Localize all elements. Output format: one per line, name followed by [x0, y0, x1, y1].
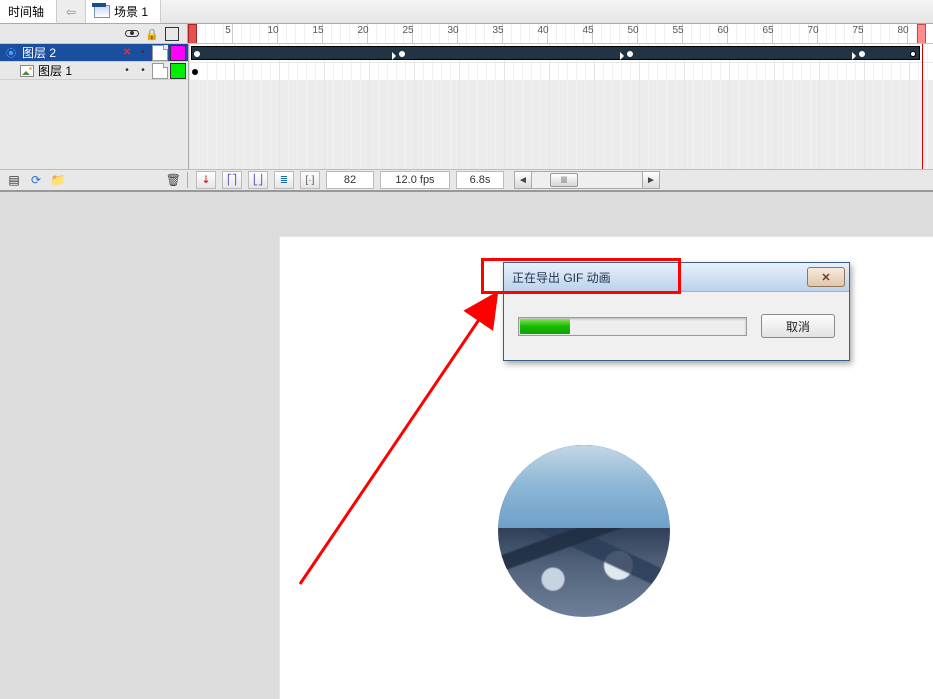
- frame-tools: ⇣ ⎡⎤ ⎣⎦ ≣ [·] 82 12.0 fps 6.8s ◄ lll ►: [188, 171, 933, 189]
- masked-image-circle[interactable]: [498, 445, 670, 617]
- tab-scene[interactable]: 场景 1: [86, 0, 161, 23]
- tab-bar: 时间轴 ⇦ 场景 1: [0, 0, 933, 24]
- tween-span[interactable]: [191, 46, 920, 60]
- tab-timeline-label: 时间轴: [8, 3, 44, 20]
- frame-area[interactable]: [189, 44, 933, 169]
- progress-bar: [518, 317, 747, 336]
- arrow-left-icon: ⇦: [66, 5, 76, 19]
- scene-label: 场景 1: [114, 3, 148, 20]
- close-button[interactable]: ✕: [807, 267, 845, 287]
- keyframe-icon[interactable]: [194, 51, 200, 57]
- playhead-line[interactable]: [922, 44, 923, 169]
- cancel-button-label: 取消: [786, 318, 810, 335]
- layer-row-image[interactable]: 图层 1 • •: [0, 62, 188, 80]
- layer-controls: ✕ •: [120, 45, 188, 61]
- frame-scrollbar[interactable]: ◄ lll ►: [514, 171, 660, 189]
- keyframe-icon[interactable]: [399, 51, 405, 57]
- cancel-button[interactable]: 取消: [761, 314, 835, 338]
- color-swatch[interactable]: [170, 45, 186, 61]
- keyframe-icon[interactable]: [627, 51, 633, 57]
- blank-keyframe-icon[interactable]: [910, 51, 916, 57]
- current-frame-value[interactable]: 82: [326, 171, 374, 189]
- scroll-track[interactable]: lll: [532, 171, 642, 189]
- layer-name: 图层 1: [38, 62, 116, 79]
- lock-dot-icon[interactable]: •: [136, 64, 150, 78]
- layer-list: 图层 2 ✕ • 图层 1 • •: [0, 44, 189, 169]
- layer-name: 图层 2: [22, 44, 116, 61]
- dialog-body: 取消: [504, 292, 849, 360]
- layer-header: [0, 24, 188, 43]
- fps-value[interactable]: 12.0 fps: [380, 171, 450, 189]
- hide-x-icon[interactable]: ✕: [120, 46, 134, 60]
- page-icon[interactable]: [152, 63, 168, 79]
- dialog-titlebar[interactable]: 正在导出 GIF 动画 ✕: [504, 263, 849, 292]
- add-guide-icon[interactable]: [28, 172, 44, 188]
- trash-icon[interactable]: [166, 173, 181, 187]
- add-layer-icon[interactable]: [6, 172, 22, 188]
- lock-dot-icon[interactable]: •: [136, 46, 150, 60]
- elapsed-time-value: 6.8s: [456, 171, 504, 189]
- lock-icon[interactable]: [145, 27, 159, 41]
- progress-fill: [520, 319, 570, 334]
- onion-skin-icon[interactable]: ⎡⎤: [222, 171, 242, 189]
- scroll-thumb[interactable]: lll: [550, 173, 578, 187]
- onion-outline-icon[interactable]: ⎣⎦: [248, 171, 268, 189]
- page-icon[interactable]: [152, 45, 168, 61]
- goto-playhead-icon[interactable]: ⇣: [196, 171, 216, 189]
- status-strip: ⇣ ⎡⎤ ⎣⎦ ≣ [·] 82 12.0 fps 6.8s ◄ lll ►: [0, 170, 933, 192]
- outline-icon[interactable]: [165, 27, 179, 41]
- playhead-start[interactable]: [188, 24, 197, 43]
- layer-controls: • •: [120, 63, 188, 79]
- eye-icon[interactable]: [125, 27, 139, 40]
- color-swatch[interactable]: [170, 63, 186, 79]
- bitmap-layer-icon: [20, 65, 34, 77]
- close-icon: ✕: [821, 271, 830, 284]
- hide-dot-icon[interactable]: •: [120, 64, 134, 78]
- timeline-body: 图层 2 ✕ • 图层 1 • •: [0, 44, 933, 170]
- layer-row-guide[interactable]: 图层 2 ✕ •: [0, 44, 188, 62]
- playhead[interactable]: [917, 24, 926, 43]
- scene-icon: [94, 5, 110, 18]
- tab-prev[interactable]: ⇦: [57, 0, 86, 23]
- edit-multiple-icon[interactable]: ≣: [274, 171, 294, 189]
- timeline-header: 15101520253035404550556065707580: [0, 24, 933, 44]
- frame-ruler[interactable]: 15101520253035404550556065707580: [188, 24, 933, 43]
- layer-tools: [0, 172, 188, 188]
- frame-row[interactable]: [189, 44, 933, 63]
- center-frame-icon[interactable]: [·]: [300, 171, 320, 189]
- scroll-left-icon[interactable]: ◄: [514, 171, 532, 189]
- empty-frames: [189, 80, 933, 169]
- tab-timeline[interactable]: 时间轴: [0, 0, 57, 23]
- guide-layer-icon: [4, 46, 18, 60]
- dialog-title-text: 正在导出 GIF 动画: [512, 269, 611, 286]
- keyframe-icon[interactable]: [192, 69, 198, 75]
- add-folder-icon[interactable]: [50, 172, 66, 188]
- export-dialog: 正在导出 GIF 动画 ✕ 取消: [503, 262, 850, 361]
- scroll-right-icon[interactable]: ►: [642, 171, 660, 189]
- keyframe-icon[interactable]: [859, 51, 865, 57]
